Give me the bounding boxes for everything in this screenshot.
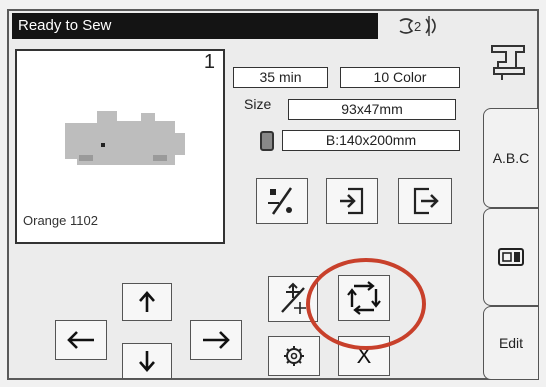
arrow-out-right-icon xyxy=(413,187,439,215)
color-sort-button[interactable] xyxy=(256,178,308,224)
close-button[interactable]: X xyxy=(338,336,390,376)
sewing-time-field: 35 min xyxy=(233,67,328,88)
svg-text:2: 2 xyxy=(414,19,421,34)
color-count-field: 10 Color xyxy=(340,67,460,88)
color-count-value: 10 Color xyxy=(373,69,427,85)
train-design-image xyxy=(65,111,185,165)
thread-color-label: Orange 1102 xyxy=(23,213,98,228)
status-bar: Ready to Sew xyxy=(12,13,378,39)
arrow-in-left-icon xyxy=(340,187,364,215)
thread-settings-button[interactable] xyxy=(268,336,320,376)
arrow-down-icon xyxy=(139,351,155,372)
move-up-button[interactable] xyxy=(122,283,172,321)
tab-edit-label: Edit xyxy=(498,335,524,351)
hoop-icon xyxy=(260,131,274,151)
arrow-left-icon xyxy=(67,331,94,349)
hoop-value: B:140x200mm xyxy=(325,132,417,148)
design-preview: 1 Orange 1102 xyxy=(15,49,225,244)
presser-foot-icon: 2 xyxy=(396,13,452,39)
tab-edit[interactable]: Edit xyxy=(483,306,539,380)
move-left-button[interactable] xyxy=(55,320,107,360)
screen: Ready to Sew 2 1 Orange 1102 35 min 10 C… xyxy=(0,0,546,387)
center-reset-button[interactable] xyxy=(268,276,318,322)
next-color-button[interactable] xyxy=(398,178,452,224)
trial-trace-button[interactable] xyxy=(338,275,390,321)
design-number: 1 xyxy=(203,51,215,73)
gear-icon xyxy=(284,346,304,366)
move-down-button[interactable] xyxy=(122,343,172,379)
size-field: 93x47mm xyxy=(288,99,456,120)
close-label: X xyxy=(356,343,372,368)
tab-abc-label: A.B.C xyxy=(492,150,530,166)
tab-memory[interactable] xyxy=(483,208,539,306)
hoop-field: B:140x200mm xyxy=(282,130,460,151)
size-label: Size xyxy=(244,96,272,112)
arrow-right-icon xyxy=(203,331,230,349)
center-cross-icon xyxy=(281,282,306,314)
tab-abc[interactable]: A.B.C xyxy=(483,108,539,208)
prev-color-button[interactable] xyxy=(326,178,378,224)
slash-divide-icon xyxy=(268,187,293,215)
sewing-machine-icon[interactable] xyxy=(486,38,532,108)
sewing-time-value: 35 min xyxy=(259,69,302,85)
size-value: 93x47mm xyxy=(341,101,403,117)
move-right-button[interactable] xyxy=(190,320,242,360)
status-text: Ready to Sew xyxy=(18,17,112,34)
trace-frame-icon xyxy=(347,281,381,315)
arrow-up-icon xyxy=(139,291,155,312)
memory-card-icon xyxy=(498,248,524,266)
